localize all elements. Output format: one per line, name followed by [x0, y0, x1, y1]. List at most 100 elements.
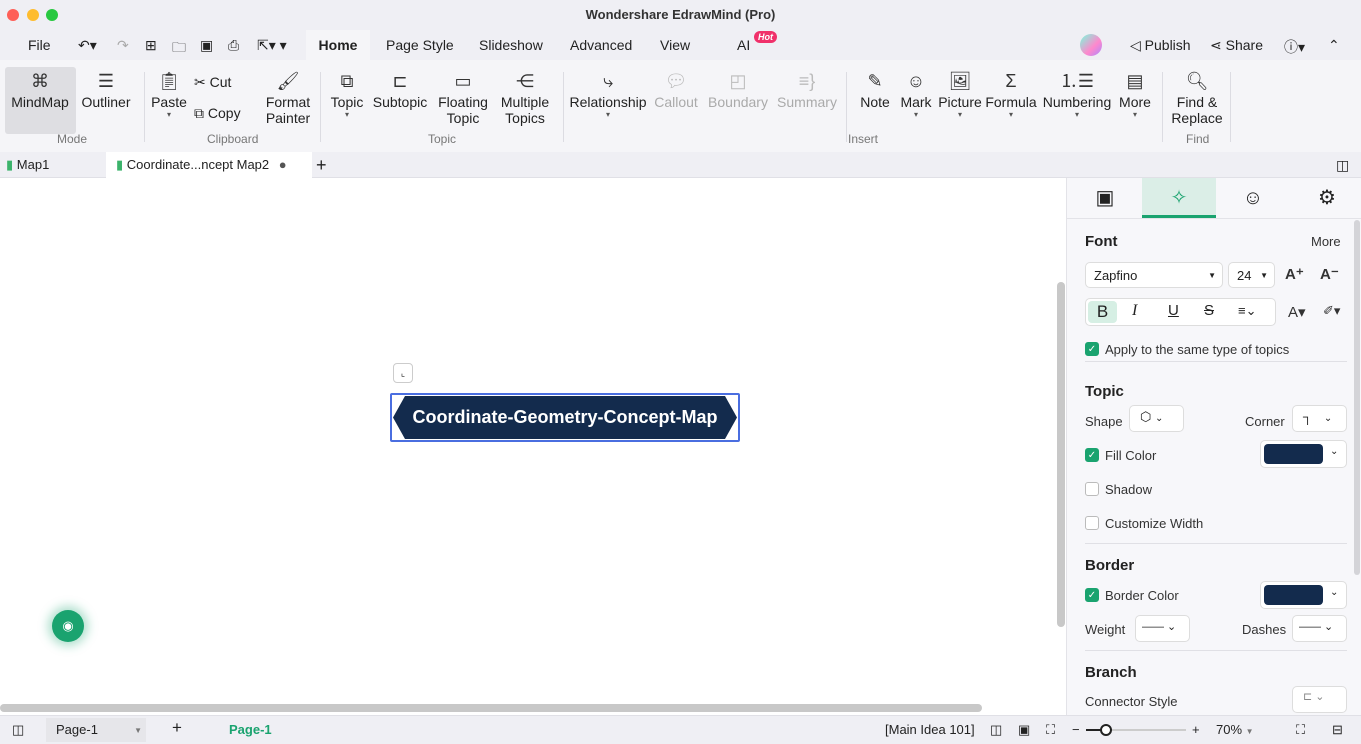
relationship-button[interactable]: ⤷ Relationship ▾	[568, 68, 648, 120]
apply-same-checkbox[interactable]: ✓	[1085, 342, 1099, 356]
page-tab[interactable]: Page-1	[229, 722, 272, 737]
minimize-window-button[interactable]	[27, 9, 39, 21]
print-icon[interactable]: ⎙	[228, 37, 239, 54]
fit-screen-icon[interactable]: ⛶	[1046, 722, 1055, 738]
customize-width-checkbox[interactable]	[1085, 516, 1099, 530]
outliner-button[interactable]: ☰ Outliner	[78, 68, 134, 110]
border-color-picker[interactable]: ⌄	[1260, 581, 1347, 609]
share-button[interactable]: ⋖ Share	[1210, 37, 1263, 54]
export-icon[interactable]: ⇱▾ ▾	[257, 37, 287, 54]
dashes-select[interactable]: —— ⌄	[1292, 615, 1347, 642]
connector-style-select[interactable]: ⊏ ⌄	[1292, 686, 1347, 713]
doc-tab-map2[interactable]: ▮ Coordinate...ncept Map2 ●	[106, 152, 312, 178]
panel-tab-style[interactable]: ▣	[1068, 178, 1142, 218]
formula-button[interactable]: Σ Formula ▾	[985, 68, 1037, 120]
open-folder-icon[interactable]: 🗀	[172, 37, 186, 61]
floating-topic-button[interactable]: ▭ Floating Topic	[436, 68, 490, 126]
divider	[144, 72, 145, 142]
cut-button[interactable]: ✂ Cut	[194, 74, 231, 90]
style-icon: ▣	[1095, 187, 1115, 209]
tab-advanced[interactable]: Advanced	[570, 37, 632, 53]
avatar[interactable]	[1080, 34, 1102, 56]
panel-toggle-icon[interactable]: ⊟	[1332, 722, 1343, 738]
zoom-level[interactable]: 70% ▼	[1216, 722, 1254, 737]
paste-icon: 📋︎	[157, 71, 181, 91]
summary-button[interactable]: ≡} Summary	[776, 68, 838, 110]
help-icon[interactable]: ⓘ▾	[1284, 37, 1305, 57]
copy-button[interactable]: ⧉ Copy	[194, 105, 241, 121]
zoom-slider[interactable]	[1086, 724, 1186, 736]
panel-scrollbar[interactable]	[1354, 220, 1360, 575]
tab-ai[interactable]: AI	[737, 37, 750, 53]
find-replace-button[interactable]: 🔍︎ Find & Replace	[1170, 68, 1224, 126]
highlight-icon[interactable]: ✐▾	[1323, 303, 1340, 319]
tab-page-style[interactable]: Page Style	[386, 37, 454, 53]
callout-button[interactable]: 💬︎ Callout	[652, 68, 700, 110]
border-color-checkbox[interactable]: ✓	[1085, 588, 1099, 602]
canvas[interactable]: ⌞ Coordinate-Geometry-Concept-Map ◉	[0, 178, 1066, 715]
new-tab-button[interactable]: +	[316, 152, 327, 178]
maximize-window-button[interactable]	[46, 9, 58, 21]
align-icon[interactable]: ≡⌄	[1238, 303, 1256, 319]
topic-button[interactable]: ⧉ Topic ▾	[327, 68, 367, 120]
paste-button[interactable]: 📋︎ Paste ▾	[148, 68, 190, 120]
font-family-select[interactable]: Zapfino ▼	[1085, 262, 1223, 288]
increase-font-icon[interactable]: A⁺	[1285, 265, 1304, 283]
tab-slideshow[interactable]: Slideshow	[479, 37, 543, 53]
zoom-slider-handle[interactable]	[1100, 724, 1112, 736]
subtopic-button[interactable]: ⊏ Subtopic	[370, 68, 430, 110]
save-icon[interactable]: ▣	[200, 37, 213, 54]
panel-tab-mark[interactable]: ☺	[1216, 178, 1290, 218]
tab-home[interactable]: Home	[306, 30, 370, 60]
undo-icon[interactable]: ↶▾	[78, 37, 97, 54]
italic-button[interactable]: I	[1132, 302, 1137, 320]
ai-assistant-icon[interactable]: ◉	[52, 610, 84, 642]
file-menu[interactable]: File	[28, 37, 51, 53]
zoom-out-button[interactable]: −	[1072, 722, 1080, 737]
panel-tab-settings[interactable]: ⚙	[1290, 178, 1361, 218]
zoom-in-button[interactable]: +	[1192, 722, 1200, 737]
add-page-button[interactable]: +	[172, 718, 182, 738]
fill-color-checkbox[interactable]: ✓	[1085, 448, 1099, 462]
mindmap-button[interactable]: ⌘ MindMap	[8, 68, 72, 110]
corner-select[interactable]: ┐ ⌄	[1292, 405, 1347, 432]
shadow-checkbox[interactable]	[1085, 482, 1099, 496]
font-size-select[interactable]: 24 ▼	[1228, 262, 1275, 288]
book-view-icon[interactable]: ◫	[990, 722, 1002, 738]
underline-button[interactable]: U	[1168, 302, 1179, 319]
toggle-panel-icon[interactable]: ◫	[1336, 152, 1349, 178]
horizontal-scrollbar[interactable]	[0, 704, 982, 712]
font-color-icon[interactable]: A▾	[1288, 303, 1306, 321]
tab-view[interactable]: View	[660, 37, 690, 53]
shape-select[interactable]: ⬡ ⌄	[1129, 405, 1184, 432]
numbering-button[interactable]: ⒈☰ Numbering ▾	[1040, 68, 1114, 120]
page-list-icon[interactable]: ◫	[12, 722, 24, 738]
close-window-button[interactable]	[7, 9, 19, 21]
border-color-label: Border Color	[1105, 588, 1179, 603]
more-button[interactable]: ▤ More ▾	[1116, 68, 1154, 120]
new-file-icon[interactable]: ⊞	[145, 37, 157, 54]
collapse-handle-icon[interactable]: ⌞	[393, 363, 413, 383]
mark-button[interactable]: ☺ Mark ▾	[898, 68, 934, 120]
boundary-button[interactable]: ◰ Boundary	[706, 68, 770, 110]
fit-page-icon[interactable]: ▣	[1018, 722, 1030, 738]
page-select[interactable]: Page-1 ▼	[46, 718, 146, 742]
fill-color-picker[interactable]: ⌄	[1260, 440, 1347, 468]
collapse-ribbon-icon[interactable]: ⌃	[1328, 37, 1340, 54]
note-button[interactable]: ✎ Note	[857, 68, 893, 110]
font-more-link[interactable]: More	[1311, 234, 1341, 249]
decrease-font-icon[interactable]: A⁻	[1320, 265, 1339, 283]
redo-icon[interactable]: ↷	[117, 37, 129, 54]
bold-button[interactable]: B	[1088, 301, 1117, 323]
doc-tab-map1[interactable]: ▮ Map1	[0, 152, 106, 178]
format-painter-button[interactable]: 🖌︎ Format Painter	[262, 68, 314, 126]
multiple-topics-button[interactable]: ⋲ Multiple Topics	[497, 68, 553, 126]
publish-button[interactable]: ◁ Publish	[1130, 37, 1191, 54]
fullscreen-icon[interactable]: ⛶	[1296, 722, 1305, 738]
vertical-scrollbar[interactable]	[1057, 282, 1065, 627]
picture-button[interactable]: 🖼︎ Picture ▾	[937, 68, 983, 120]
panel-tab-ai-format[interactable]: ✧	[1142, 178, 1216, 218]
weight-select[interactable]: —— ⌄	[1135, 615, 1190, 642]
strikethrough-button[interactable]: S	[1204, 302, 1214, 319]
central-topic[interactable]: Coordinate-Geometry-Concept-Map	[393, 396, 737, 439]
